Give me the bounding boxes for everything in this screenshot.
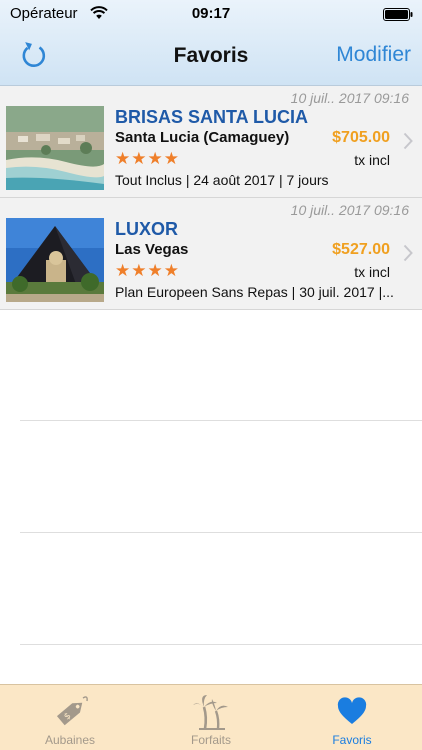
empty-row-separator xyxy=(20,420,422,421)
price: $527.00 xyxy=(332,241,390,258)
status-time: 09:17 xyxy=(191,5,231,22)
tax-note: tx incl xyxy=(354,264,390,280)
hotel-city: Santa Lucia (Camaguey) xyxy=(115,129,290,146)
saved-date: 10 juil.. 2017 09:16 xyxy=(290,90,409,106)
chevron-right-icon xyxy=(403,132,413,150)
hotel-city: Las Vegas xyxy=(115,241,189,258)
favorites-list: 10 juil.. 2017 09:16 BRISAS SANTA LUCIA … xyxy=(0,86,422,310)
price-tag-icon: $ xyxy=(56,696,88,726)
tab-aubaines[interactable]: $ Aubaines xyxy=(0,685,140,750)
hotel-photo xyxy=(6,218,104,302)
header: Opérateur 09:17 Favoris Modifier xyxy=(0,0,422,86)
star-rating: ★★★★ xyxy=(115,149,180,168)
heart-icon xyxy=(337,697,367,724)
status-bar: Opérateur 09:17 xyxy=(0,0,422,30)
hotel-photo xyxy=(6,106,104,190)
chevron-right-icon xyxy=(403,244,413,262)
tab-favoris[interactable]: Favoris xyxy=(282,685,422,750)
palm-tree-icon xyxy=(193,695,228,730)
navigation-bar: Favoris Modifier xyxy=(0,30,422,86)
hotel-name: BRISAS SANTA LUCIA xyxy=(115,107,308,127)
empty-row-separator xyxy=(20,644,422,645)
tax-note: tx incl xyxy=(354,152,390,168)
battery-icon xyxy=(383,8,413,21)
edit-button[interactable]: Modifier xyxy=(336,43,411,67)
star-rating: ★★★★ xyxy=(115,261,180,280)
empty-row-separator xyxy=(20,532,422,533)
saved-date: 10 juil.. 2017 09:16 xyxy=(290,202,409,218)
tab-label: Aubaines xyxy=(44,733,96,747)
favorite-row[interactable]: 10 juil.. 2017 09:16 LUXOR Las Vegas $52… xyxy=(0,198,422,310)
favorite-row[interactable]: 10 juil.. 2017 09:16 BRISAS SANTA LUCIA … xyxy=(0,86,422,198)
package-description: Tout Inclus | 24 août 2017 | 7 jours xyxy=(115,172,329,188)
price: $705.00 xyxy=(332,129,390,146)
tab-forfaits[interactable]: Forfaits xyxy=(141,685,281,750)
tab-bar: $ Aubaines Forfaits Favoris xyxy=(0,684,422,750)
package-description: Plan Europeen Sans Repas | 30 juil. 2017… xyxy=(115,284,394,300)
hotel-name: LUXOR xyxy=(115,219,178,239)
tab-label: Forfaits xyxy=(190,733,231,747)
tab-label: Favoris xyxy=(332,733,372,747)
